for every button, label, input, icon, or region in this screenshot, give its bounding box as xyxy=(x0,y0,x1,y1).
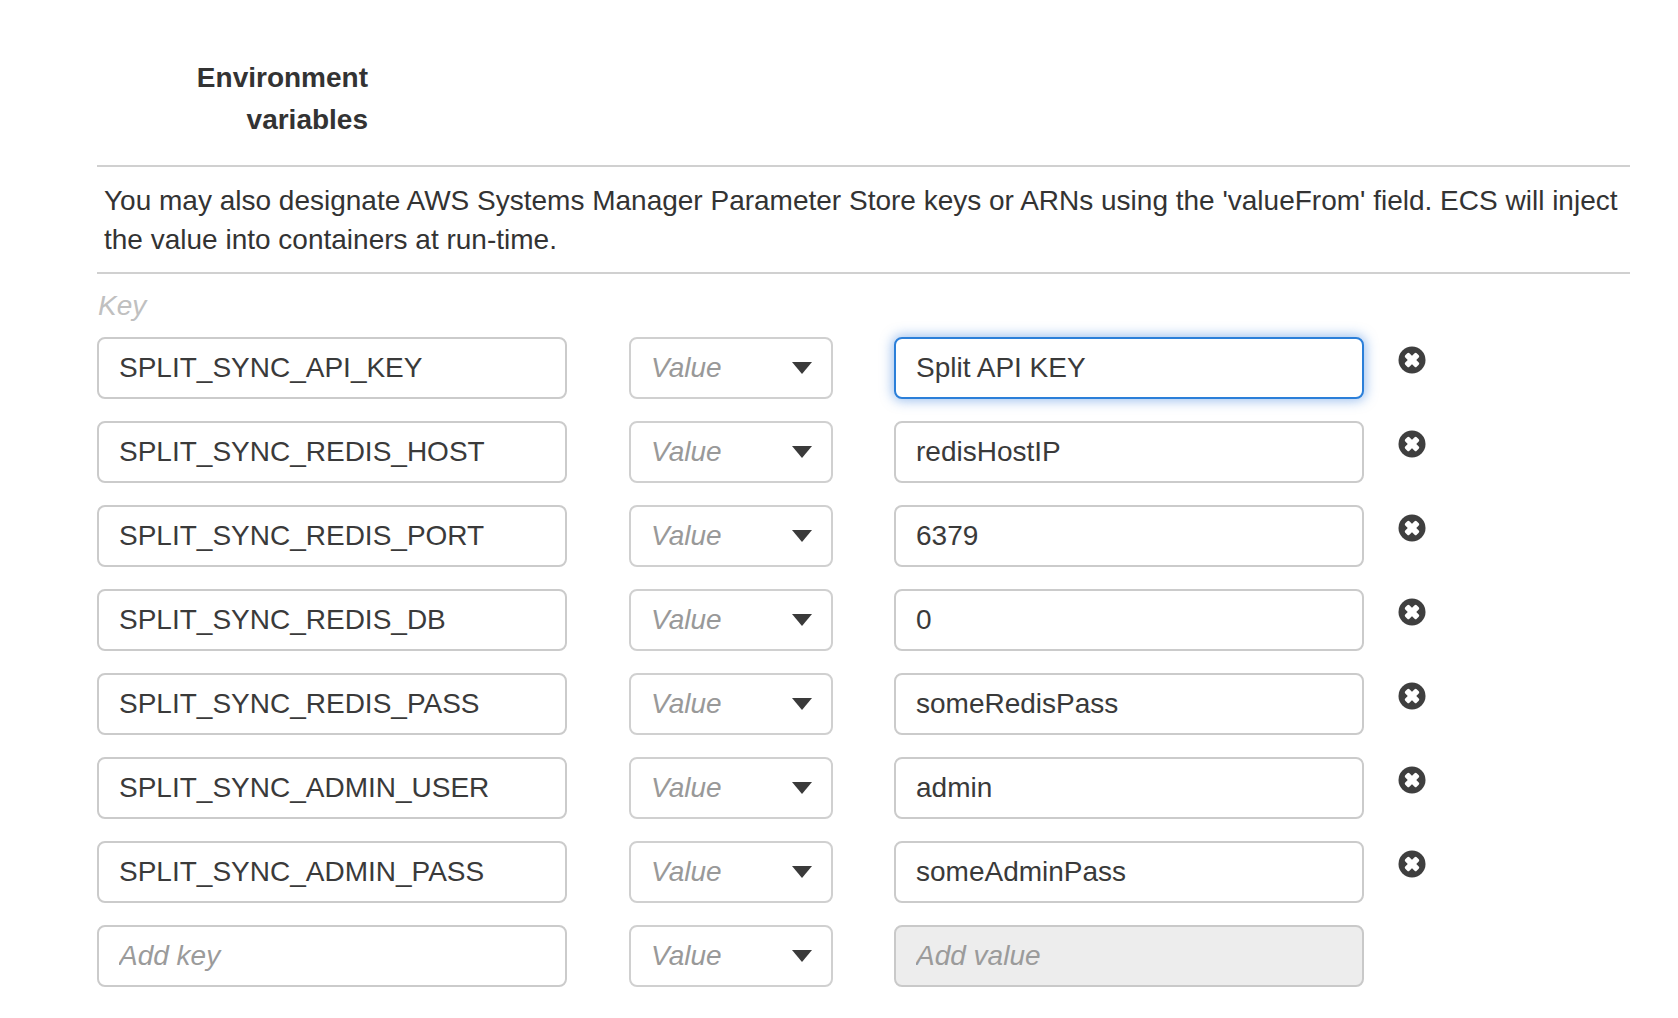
delete-icon xyxy=(1398,514,1426,542)
delete-icon xyxy=(1398,346,1426,374)
delete-row-button[interactable] xyxy=(1398,682,1426,710)
value-type-label: Value xyxy=(651,927,722,985)
value-input[interactable] xyxy=(894,505,1364,567)
column-header-key: Key xyxy=(98,286,146,325)
value-type-dropdown[interactable]: Value xyxy=(629,757,833,819)
key-input[interactable] xyxy=(97,757,567,819)
env-var-row: Value xyxy=(0,505,1678,567)
key-input[interactable] xyxy=(97,673,567,735)
env-var-row: Value xyxy=(0,841,1678,903)
divider-top xyxy=(97,165,1630,167)
value-input[interactable] xyxy=(894,421,1364,483)
chevron-down-icon xyxy=(792,614,812,626)
field-label-environment-variables: Environment variables xyxy=(168,57,368,141)
value-type-dropdown[interactable]: Value xyxy=(629,421,833,483)
env-var-row: Value xyxy=(0,337,1678,399)
value-type-dropdown[interactable]: Value xyxy=(629,505,833,567)
delete-row-button[interactable] xyxy=(1398,514,1426,542)
value-type-label: Value xyxy=(651,339,722,397)
value-type-dropdown[interactable]: Value xyxy=(629,589,833,651)
value-type-dropdown[interactable]: Value xyxy=(629,337,833,399)
delete-row-button[interactable] xyxy=(1398,346,1426,374)
add-env-var-row: Value xyxy=(0,925,1678,987)
value-type-label: Value xyxy=(651,759,722,817)
env-var-row: Value xyxy=(0,421,1678,483)
delete-icon xyxy=(1398,850,1426,878)
delete-icon xyxy=(1398,766,1426,794)
env-var-row: Value xyxy=(0,673,1678,735)
chevron-down-icon xyxy=(792,698,812,710)
key-input[interactable] xyxy=(97,505,567,567)
value-type-label: Value xyxy=(651,507,722,565)
description-text: You may also designate AWS Systems Manag… xyxy=(104,181,1632,259)
value-input[interactable] xyxy=(894,673,1364,735)
key-input[interactable] xyxy=(97,337,567,399)
add-value-input xyxy=(894,925,1364,987)
delete-row-button[interactable] xyxy=(1398,766,1426,794)
env-var-row: Value xyxy=(0,757,1678,819)
divider-bottom xyxy=(97,272,1630,274)
value-input[interactable] xyxy=(894,337,1364,399)
add-key-input[interactable] xyxy=(97,925,567,987)
key-input[interactable] xyxy=(97,421,567,483)
delete-icon xyxy=(1398,430,1426,458)
value-type-label: Value xyxy=(651,675,722,733)
chevron-down-icon xyxy=(792,950,812,962)
delete-row-button[interactable] xyxy=(1398,598,1426,626)
value-input[interactable] xyxy=(894,841,1364,903)
delete-row-button[interactable] xyxy=(1398,850,1426,878)
value-type-dropdown[interactable]: Value xyxy=(629,673,833,735)
chevron-down-icon xyxy=(792,446,812,458)
env-var-row: Value xyxy=(0,589,1678,651)
value-input[interactable] xyxy=(894,757,1364,819)
chevron-down-icon xyxy=(792,782,812,794)
value-type-label: Value xyxy=(651,843,722,901)
value-type-dropdown[interactable]: Value xyxy=(629,841,833,903)
delete-icon xyxy=(1398,598,1426,626)
chevron-down-icon xyxy=(792,530,812,542)
value-type-dropdown[interactable]: Value xyxy=(629,925,833,987)
value-type-label: Value xyxy=(651,591,722,649)
chevron-down-icon xyxy=(792,866,812,878)
delete-row-button[interactable] xyxy=(1398,430,1426,458)
key-input[interactable] xyxy=(97,589,567,651)
key-input[interactable] xyxy=(97,841,567,903)
delete-icon xyxy=(1398,682,1426,710)
value-type-label: Value xyxy=(651,423,722,481)
value-input[interactable] xyxy=(894,589,1364,651)
chevron-down-icon xyxy=(792,362,812,374)
